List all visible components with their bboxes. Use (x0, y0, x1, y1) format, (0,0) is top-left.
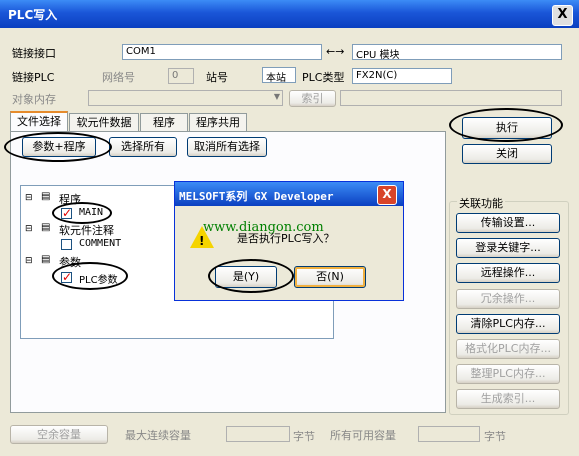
register-keyword-button[interactable]: 登录关键字... (456, 238, 560, 258)
bytes-unit-1: 字节 (293, 430, 315, 443)
param-folder-icon: ▤ (41, 254, 51, 265)
tab-program[interactable]: 程序 (140, 113, 188, 131)
plc-type-field[interactable]: FX2N(C) (352, 68, 452, 84)
max-continuous-field (226, 426, 290, 442)
redundant-operation-button[interactable]: 冗余操作... (456, 289, 560, 309)
confirm-dialog: MELSOFT系列 GX Developer X www.diangon.com… (174, 181, 404, 301)
transfer-setup-button[interactable]: 传输设置... (456, 213, 560, 233)
tree-plc-param-label: PLC参数 (79, 275, 118, 286)
organize-plc-memory-button[interactable]: 整理PLC内存... (456, 364, 560, 384)
tree-comment-label: COMMENT (79, 238, 122, 249)
link-plc-label: 链接PLC (12, 71, 55, 84)
create-index-button[interactable]: 生成索引... (456, 389, 560, 409)
deselect-all-button[interactable]: 取消所有选择 (187, 137, 267, 157)
close-button[interactable]: 关闭 (462, 144, 552, 164)
execute-button[interactable]: 执行 (462, 117, 552, 139)
dialog-message: 是否执行PLC写入？ (237, 232, 335, 245)
target-memory-label: 对象内存 (12, 93, 56, 106)
main-checkbox[interactable] (61, 206, 72, 220)
tab-file-select[interactable]: 文件选择 (10, 111, 68, 132)
target-memory-select[interactable]: ▼ (88, 90, 283, 106)
select-all-button[interactable]: 选择所有 (109, 137, 177, 157)
remote-operation-button[interactable]: 远程操作... (456, 263, 560, 283)
dialog-title: MELSOFT系列 GX Developer (179, 190, 334, 203)
tree-device-comment-label: 软元件注释 (59, 224, 114, 237)
all-capacity-field (418, 426, 480, 442)
max-continuous-label: 最大连续容量 (125, 429, 191, 442)
related-functions-title: 关联功能 (457, 195, 505, 211)
all-capacity-label: 所有可用容量 (330, 429, 396, 442)
comment-folder-icon: ▤ (41, 222, 51, 233)
bytes-unit-2: 字节 (484, 430, 506, 443)
chevron-down-icon: ▼ (273, 92, 280, 101)
program-folder-icon: ▤ (41, 191, 51, 202)
index-field[interactable] (340, 90, 562, 106)
no-button[interactable]: 否(N) (294, 266, 366, 288)
yes-button[interactable]: 是(Y) (215, 266, 277, 288)
free-capacity-button[interactable]: 空余容量 (10, 425, 108, 444)
window-close-button[interactable]: X (552, 5, 573, 26)
link-interface-label: 链接接口 (12, 47, 56, 60)
clear-plc-memory-button[interactable]: 清除PLC内存... (456, 314, 560, 334)
collapse-icon[interactable]: ⊟ (25, 193, 33, 203)
comment-checkbox[interactable] (61, 239, 72, 250)
tree-main-label: MAIN (79, 207, 104, 218)
collapse-icon[interactable]: ⊟ (25, 256, 33, 266)
link-interface-field[interactable]: COM1 (122, 44, 322, 60)
index-button[interactable]: 索引 (289, 90, 336, 107)
station-label: 站号 (206, 71, 228, 84)
dialog-close-button[interactable]: X (377, 185, 397, 205)
tab-program-common[interactable]: 程序共用 (189, 113, 247, 131)
collapse-icon[interactable]: ⊟ (25, 224, 33, 234)
tab-device-data[interactable]: 软元件数据 (69, 113, 139, 131)
plc-param-checkbox[interactable] (61, 270, 72, 284)
tree-program-label: 程序 (59, 193, 81, 206)
window-title: PLC写入 (8, 8, 58, 22)
network-no-label: 网络号 (102, 71, 135, 84)
window-titlebar: PLC写入 X (0, 0, 579, 28)
warning-exclaim: ! (199, 234, 205, 248)
tree-param-label: 参数 (59, 256, 81, 269)
dialog-titlebar: MELSOFT系列 GX Developer X (175, 182, 403, 206)
network-no-field[interactable]: 0 (168, 68, 194, 84)
station-field[interactable]: 本站 (262, 67, 296, 84)
cpu-module-field[interactable]: CPU 模块 (352, 44, 562, 61)
plc-type-label: PLC类型 (302, 71, 345, 84)
link-arrow: ←→ (326, 45, 345, 58)
param-program-button[interactable]: 参数+程序 (22, 137, 96, 157)
format-plc-memory-button[interactable]: 格式化PLC内存... (456, 339, 560, 359)
